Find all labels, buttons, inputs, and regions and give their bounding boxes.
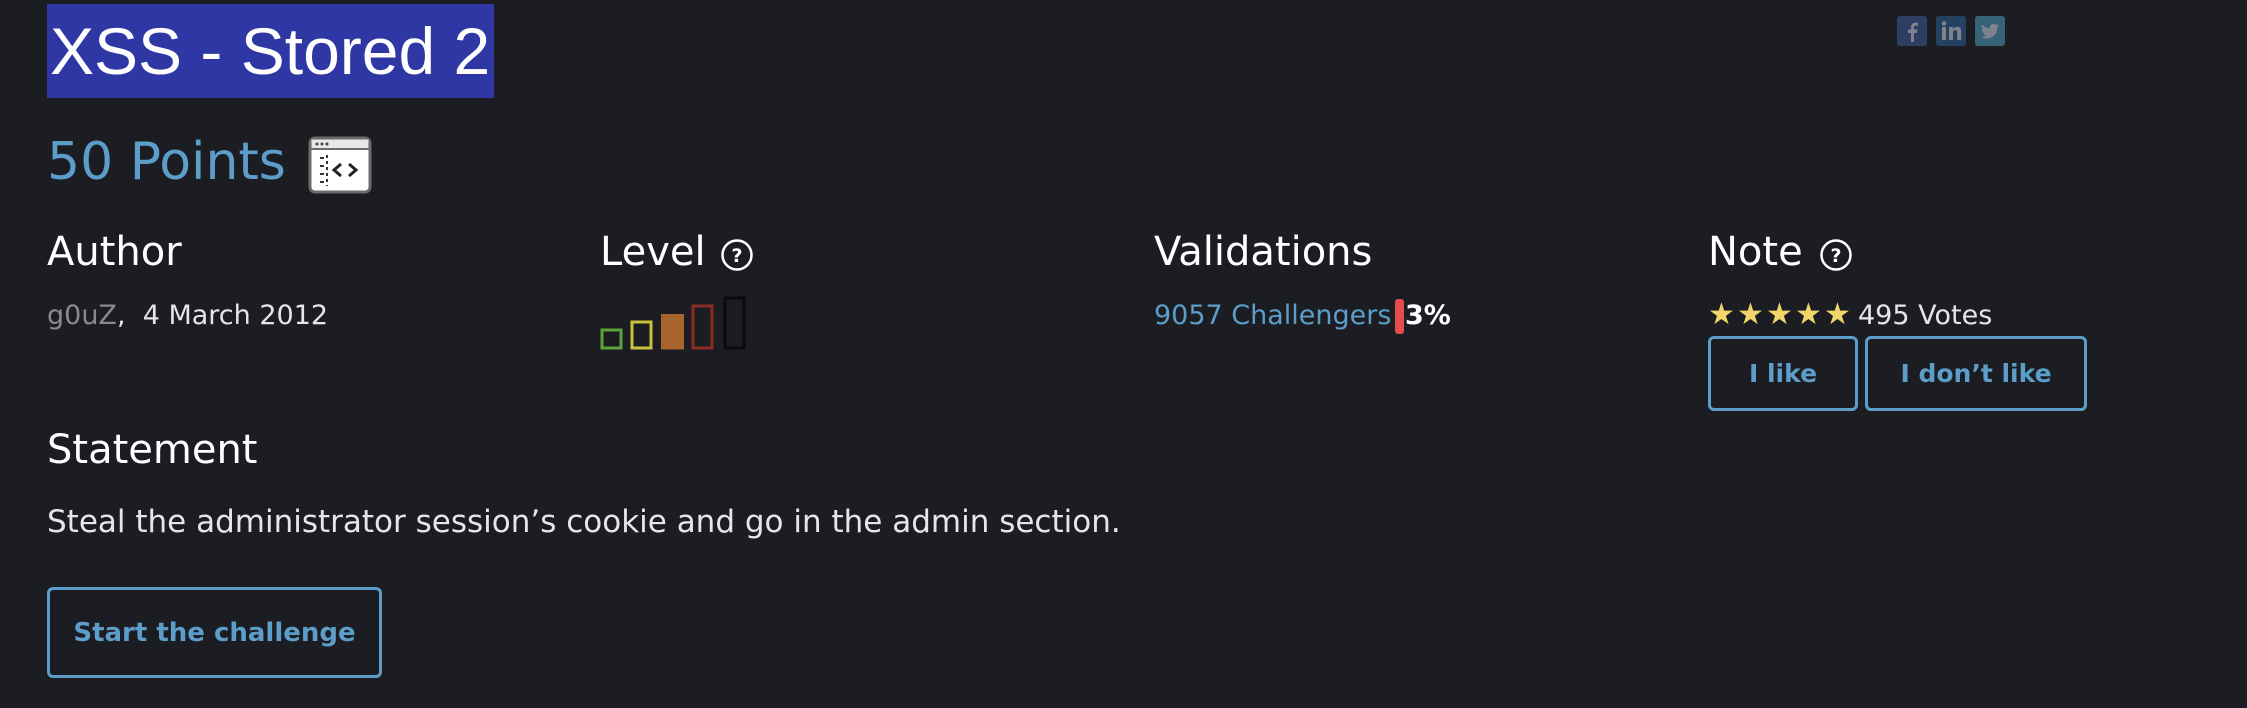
votes-count: 495 Votes (1858, 300, 1993, 331)
twitter-icon[interactable] (1975, 16, 2005, 46)
challengers-link[interactable]: 9057 Challengers (1154, 298, 1391, 334)
level-bar-5 (723, 296, 746, 350)
web-client-icon[interactable] (308, 136, 372, 194)
author-meta: g0uZ, 4 March 2012 (47, 298, 328, 334)
validations-heading: Validations (1154, 229, 1373, 275)
author-separator: , (116, 300, 126, 331)
level-bar-2 (630, 320, 653, 350)
star-icon[interactable]: ★ (1737, 298, 1764, 332)
author-heading: Author (47, 229, 182, 275)
svg-text:?: ? (1830, 245, 1841, 267)
publication-date: 4 March 2012 (142, 300, 329, 331)
level-bar-3 (661, 314, 684, 350)
star-icon[interactable]: ★ (1795, 298, 1822, 332)
note-help-icon[interactable]: ? (1819, 238, 1853, 276)
author-link[interactable]: g0uZ (47, 300, 117, 331)
like-button[interactable]: I like (1708, 336, 1858, 411)
star-icon[interactable]: ★ (1766, 298, 1793, 332)
challenge-title: XSS - Stored 2 (47, 4, 495, 98)
star-icon[interactable]: ★ (1824, 298, 1851, 332)
level-help-icon[interactable]: ? (720, 238, 754, 276)
level-bar-1 (600, 328, 623, 350)
rating-stars: ★ ★ ★ ★ ★ (1708, 298, 1851, 334)
facebook-icon[interactable] (1897, 16, 1927, 46)
level-heading: Level (600, 229, 706, 275)
statement-heading: Statement (47, 427, 258, 473)
level-bar-4 (691, 304, 714, 350)
note-heading: Note (1708, 229, 1803, 275)
level-indicator (600, 296, 750, 356)
svg-text:?: ? (731, 245, 742, 267)
success-rate-bar (1395, 299, 1404, 334)
statement-text: Steal the administrator session’s cookie… (47, 504, 1121, 540)
success-rate: 3% (1405, 300, 1451, 331)
dislike-button[interactable]: I don’t like (1865, 336, 2087, 411)
points-value: 50 Points (47, 132, 286, 192)
start-challenge-button[interactable]: Start the challenge (47, 587, 382, 678)
star-icon[interactable]: ★ (1708, 298, 1735, 332)
linkedin-icon[interactable] (1936, 16, 1966, 46)
